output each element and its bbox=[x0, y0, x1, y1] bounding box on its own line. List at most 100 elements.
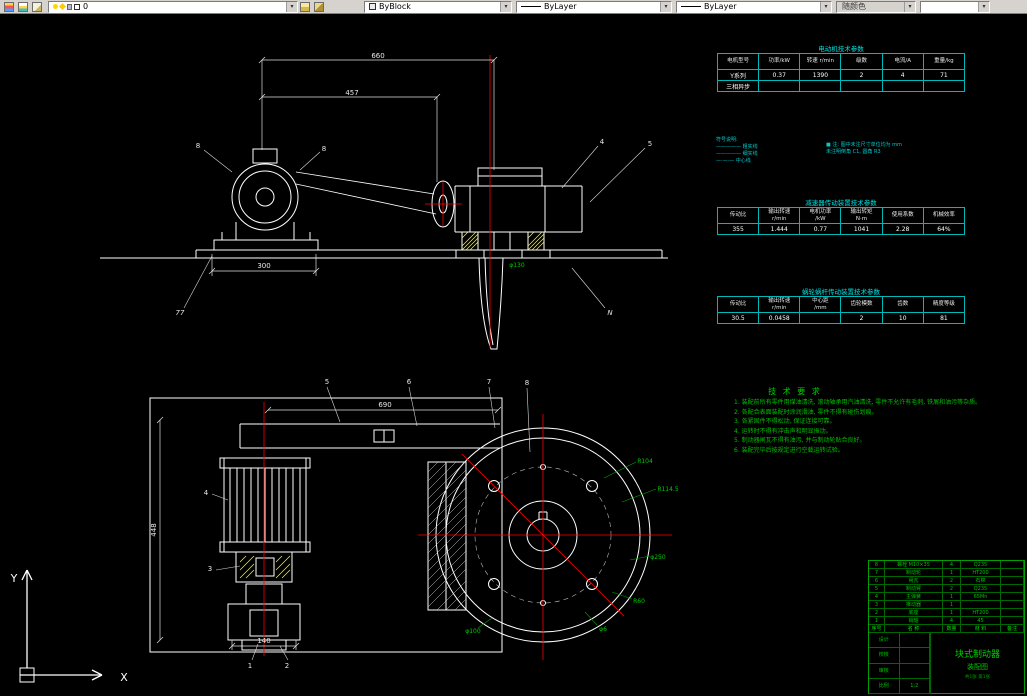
current-linetype: ByLayer bbox=[544, 1, 577, 11]
chevron-down-icon[interactable]: ▾ bbox=[286, 1, 297, 12]
drawing-annotation: 2 bbox=[285, 662, 289, 670]
chevron-down-icon[interactable]: ▾ bbox=[904, 1, 915, 12]
drawing-annotation: φ250 bbox=[650, 554, 666, 561]
title-block-cell bbox=[1001, 601, 1024, 608]
worm-table-title: 蜗轮蜗杆传动装置技术参数 bbox=[802, 288, 880, 296]
title-block-cell: HT200 bbox=[961, 609, 1001, 616]
title-block-cell: 石棉 bbox=[961, 577, 1001, 584]
empty-dropdown[interactable]: ▾ bbox=[920, 0, 990, 13]
table-cell: 2.28 bbox=[881, 223, 924, 235]
color-dropdown[interactable]: ByBlock ▾ bbox=[364, 0, 512, 13]
table-cell: 输出转速 r/min bbox=[758, 207, 801, 224]
designer-value bbox=[900, 633, 930, 648]
text-line: 5. 制动器闸瓦不得有油污, 并与制动轮贴合良好。 bbox=[734, 437, 866, 444]
title-block-cell: 1 bbox=[869, 617, 885, 624]
current-plot-style: 随颜色 bbox=[842, 1, 866, 11]
drawing-title: 块式制动器 bbox=[954, 650, 1000, 660]
title-block-cell bbox=[1001, 609, 1024, 616]
table-cell: 功率/kW bbox=[758, 53, 801, 70]
table-cell: 传动比 bbox=[716, 296, 760, 313]
lineweight-dropdown[interactable]: ByLayer ▾ bbox=[676, 0, 832, 13]
make-object-layer-current-button[interactable] bbox=[298, 1, 312, 13]
chevron-down-icon[interactable]: ▾ bbox=[500, 1, 511, 12]
drawing-annotation: φ6 bbox=[599, 626, 607, 633]
title-block-cell: 材 料 bbox=[961, 625, 1001, 632]
table-cell: 级数 bbox=[840, 53, 883, 70]
title-block-cell: 制动轮 bbox=[885, 569, 943, 576]
table-cell bbox=[840, 80, 883, 92]
title-block-cell: 5 bbox=[869, 585, 885, 592]
table-cell: 1390 bbox=[799, 69, 842, 81]
table-cell: 355 bbox=[716, 223, 760, 235]
table-cell: 精度等级 bbox=[922, 296, 966, 313]
title-block-cell: 1 bbox=[943, 569, 961, 576]
title-block-cell: 备注 bbox=[1001, 625, 1024, 632]
drawing-annotation: 300 bbox=[257, 262, 270, 270]
drawing-annotation: 8 bbox=[322, 145, 326, 153]
linetype-dropdown[interactable]: ByLayer ▾ bbox=[516, 0, 672, 13]
parts-list: 8 螺栓 M10×35 4 Q235 7 制动轮 1 HT200 6 闸瓦 2 石棉 5 制动臂 2 Q235… bbox=[869, 561, 1024, 633]
drawing-annotation: N bbox=[607, 309, 613, 317]
reducer-table-title: 减速器传动装置技术参数 bbox=[805, 199, 877, 207]
make-layer-current-icon bbox=[300, 1, 310, 12]
drawing-annotation: 4 bbox=[204, 489, 209, 497]
text-line: 4. 运转时不得有冲击声和明显振动。 bbox=[734, 427, 832, 435]
text-line: 2. 各配合表面装配时涂润滑油, 零件不得有碰伤划痕。 bbox=[734, 408, 878, 416]
drawing-annotation: 4 bbox=[600, 138, 605, 146]
layer-properties-manager-button[interactable] bbox=[2, 1, 16, 13]
drawing-annotation: φ100 bbox=[465, 628, 481, 635]
belt-lines bbox=[295, 171, 437, 215]
color-swatch bbox=[369, 3, 376, 10]
title-block-cell: 65Mn bbox=[961, 593, 1001, 600]
layer-dropdown[interactable]: 0 ▾ bbox=[48, 0, 298, 13]
chevron-down-icon[interactable]: ▾ bbox=[820, 1, 831, 12]
layer-lock-icon bbox=[67, 3, 72, 10]
legend-left: 符号说明: ————— 粗实线 ————— 细实线 —·—·— 中心线 bbox=[716, 137, 758, 165]
table-cell: 齿轮模数 bbox=[840, 296, 883, 313]
scale-label: 比例 bbox=[869, 678, 900, 693]
table-cell bbox=[881, 80, 924, 92]
linetype-sample-icon bbox=[521, 6, 541, 7]
text-line: ————— 细实线 bbox=[716, 151, 758, 157]
radius-leaders bbox=[477, 461, 657, 629]
layer-filters-button[interactable] bbox=[30, 1, 44, 13]
title-block-cell: 1 bbox=[943, 609, 961, 616]
drawing-title-cell: 块式制动器 装配图 共1张 第1张 bbox=[931, 633, 1024, 694]
title-block-cell: 序号 bbox=[869, 625, 885, 632]
sheet-info: 共1张 第1张 bbox=[964, 675, 991, 680]
title-block-cell: 螺栓 M10×35 bbox=[885, 561, 943, 568]
table-cell: Y系列 bbox=[716, 69, 760, 81]
title-block-cell: 闸瓦 bbox=[885, 577, 943, 584]
chevron-down-icon[interactable]: ▾ bbox=[978, 1, 989, 12]
table-cell: 中心距 /mm bbox=[799, 296, 842, 313]
title-block-cell: 4 bbox=[943, 617, 961, 624]
checker-label: 校核 bbox=[869, 648, 900, 663]
title-block-cell bbox=[1001, 617, 1024, 624]
title-block-cell: 名 称 bbox=[885, 625, 943, 632]
title-block-cell bbox=[1001, 561, 1024, 568]
table-cell: 三相异步 bbox=[716, 80, 760, 92]
title-block: 8 螺栓 M10×35 4 Q235 7 制动轮 1 HT200 6 闸瓦 2 石棉 5 制动臂 2 Q235… bbox=[868, 560, 1025, 694]
drawing-annotation: 5 bbox=[648, 140, 652, 148]
title-block-cell: 数量 bbox=[943, 625, 961, 632]
title-block-cell: 4 bbox=[869, 593, 885, 600]
ucs-x-label: X bbox=[120, 671, 128, 684]
layer-on-icon bbox=[53, 4, 58, 9]
table-cell: 0.37 bbox=[758, 69, 801, 81]
title-block-bottom: 设计 校核 审核 比例 1:2 块式制动器 装配图 共1张 第1张 bbox=[869, 633, 1024, 694]
layer-states-button[interactable] bbox=[16, 1, 30, 13]
chevron-down-icon[interactable]: ▾ bbox=[660, 1, 671, 12]
table-cell: 输出转矩 N·m bbox=[840, 207, 883, 224]
plot-style-dropdown[interactable]: 随颜色 ▾ bbox=[836, 0, 916, 13]
drawing-annotation: 448 bbox=[150, 523, 158, 536]
signature-cells: 设计 校核 审核 比例 1:2 bbox=[869, 633, 931, 694]
layer-previous-button[interactable] bbox=[312, 1, 326, 13]
title-block-cell: 制动臂 bbox=[885, 585, 943, 592]
layer-freeze-icon bbox=[58, 2, 67, 11]
table-cell: 10 bbox=[881, 312, 924, 324]
text-line: 未注明倒角 C1, 圆角 R3 bbox=[826, 149, 881, 155]
ground-base-line bbox=[100, 249, 668, 259]
table-cell: 1041 bbox=[840, 223, 883, 235]
title-block-cell bbox=[1001, 577, 1024, 584]
table-cell: 转速 r/min bbox=[799, 53, 842, 70]
